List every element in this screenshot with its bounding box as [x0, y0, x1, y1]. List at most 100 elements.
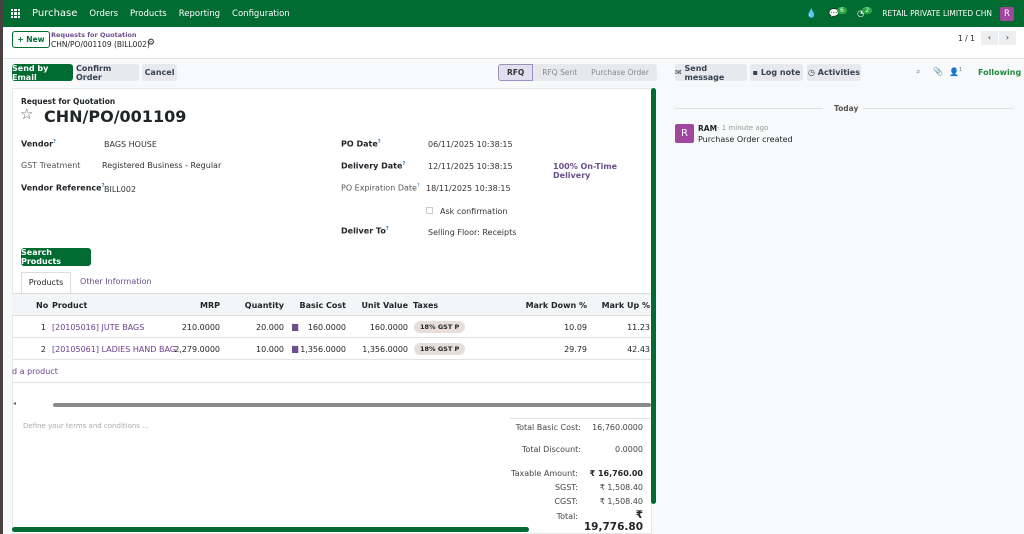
- bottom-scrollbar[interactable]: [12, 527, 529, 532]
- new-label: New: [26, 35, 45, 44]
- send-message-label: Send message: [684, 63, 725, 82]
- add-product-link[interactable]: d a product: [12, 367, 58, 376]
- top-navbar: Purchase Orders Products Reporting Confi…: [3, 0, 1024, 27]
- gst-treatment-field[interactable]: Registered Business - Regular: [102, 161, 221, 170]
- pager: 1 / 1: [958, 34, 975, 43]
- row-mrp: 2,279.0000: [174, 345, 220, 354]
- po-expiration-field[interactable]: 18/11/2025 10:38:15: [426, 184, 511, 193]
- cgst-label: CGST:: [554, 497, 578, 506]
- confirm-order-button[interactable]: Confirm Order: [76, 64, 139, 82]
- messages-badge: 6: [837, 6, 847, 14]
- doc-type: Request for Quotation: [21, 97, 116, 106]
- row-product[interactable]: [20105016] JUTE BAGS: [52, 323, 144, 332]
- sgst-value: ₹ 1,508.40: [599, 483, 643, 492]
- tab-other-information[interactable]: Other Information: [80, 272, 152, 294]
- cancel-button[interactable]: Cancel: [142, 64, 177, 81]
- table-row[interactable]: 2 [20105061] LADIES HAND BAG 2,279.0000 …: [12, 338, 652, 360]
- new-button[interactable]: + New: [12, 31, 50, 48]
- pager-next-button[interactable]: ›: [999, 31, 1016, 45]
- delivery-date-field[interactable]: 12/11/2025 10:38:15: [428, 162, 513, 171]
- menu-configuration[interactable]: Configuration: [232, 9, 290, 19]
- gst-treatment-label: GST Treatment: [21, 161, 81, 170]
- terms-input[interactable]: Define your terms and conditions ...: [23, 422, 149, 430]
- user-avatar[interactable]: R: [1000, 6, 1014, 21]
- row-basic-cost[interactable]: 1,356.0000: [294, 345, 346, 354]
- log-note-label: Log note: [760, 68, 801, 77]
- col-mark-down[interactable]: Mark Down %: [522, 301, 587, 310]
- log-note-button[interactable]: ▪ Log note: [750, 64, 803, 81]
- col-mark-up[interactable]: Mark Up %: [592, 301, 650, 310]
- breadcrumb-parent[interactable]: Requests for Quotation: [51, 31, 137, 39]
- col-product[interactable]: Product: [52, 301, 87, 310]
- favorite-star-icon[interactable]: ☆: [20, 105, 33, 123]
- total-value: ₹ 19,776.80: [583, 509, 643, 533]
- sgst-label: SGST:: [554, 483, 578, 492]
- col-mrp[interactable]: MRP: [172, 301, 220, 310]
- status-rfq[interactable]: RFQ: [498, 64, 534, 81]
- tab-products[interactable]: Products: [21, 272, 71, 294]
- scroll-left-arrow[interactable]: ◂: [13, 400, 16, 407]
- tax-tag[interactable]: 18% GST P: [414, 321, 466, 333]
- ask-confirmation-label: Ask confirmation: [440, 207, 508, 216]
- deliver-to-label: Deliver To?: [341, 226, 389, 236]
- menu-reporting[interactable]: Reporting: [179, 9, 220, 19]
- breadcrumb-current: CHN/PO/001109 (BILL002): [51, 40, 150, 49]
- activities-badge: 2: [862, 6, 873, 14]
- activities-icon[interactable]: ◔2: [857, 6, 873, 19]
- col-basic-cost[interactable]: Basic Cost: [294, 301, 346, 310]
- apps-grid-icon[interactable]: [11, 9, 20, 18]
- followers-icon[interactable]: 👤1: [949, 67, 962, 77]
- tax-tag[interactable]: 18% GST P: [414, 343, 466, 355]
- divider: [675, 108, 823, 109]
- col-quantity[interactable]: Quantity: [234, 301, 284, 310]
- status-bar: RFQ RFQ Sent Purchase Order: [498, 64, 657, 81]
- row-product[interactable]: [20105061] LADIES HAND BAG: [52, 345, 176, 354]
- vendor-reference-field[interactable]: BILL002: [104, 185, 136, 194]
- taxable-value: ₹ 16,760.00: [589, 469, 643, 478]
- message-author[interactable]: RAM: [698, 124, 717, 133]
- status-purchase-order[interactable]: Purchase Order: [586, 68, 654, 77]
- col-taxes[interactable]: Taxes: [413, 301, 438, 310]
- row-quantity[interactable]: 10.000: [234, 345, 284, 354]
- send-message-button[interactable]: ✉ Send message: [675, 63, 747, 82]
- col-unit-value[interactable]: Unit Value: [356, 301, 408, 310]
- row-quantity[interactable]: 20.000: [234, 323, 284, 332]
- search-icon[interactable]: ⌕: [916, 67, 920, 77]
- cgst-value: ₹ 1,508.40: [599, 497, 643, 506]
- message-time: - 1 minute ago: [717, 124, 769, 132]
- status-rfq-sent[interactable]: RFQ Sent: [533, 68, 586, 77]
- gear-icon[interactable]: ⚙: [147, 38, 155, 48]
- table-row[interactable]: 1 [20105016] JUTE BAGS 210.0000 20.000 ▆…: [12, 316, 652, 338]
- search-products-button[interactable]: Search Products: [21, 248, 91, 266]
- app-name[interactable]: Purchase: [32, 8, 77, 19]
- row-mark-up: 42.43: [627, 345, 650, 354]
- on-time-delivery-link[interactable]: 100% On-Time Delivery: [553, 162, 651, 180]
- message-avatar[interactable]: R: [675, 124, 694, 143]
- row-basic-cost[interactable]: 160.0000: [294, 323, 346, 332]
- po-date-field[interactable]: 06/11/2025 10:38:15: [428, 140, 513, 149]
- ask-confirmation-checkbox[interactable]: [426, 207, 433, 214]
- vendor-label: Vendor?: [21, 139, 56, 149]
- following-button[interactable]: Following: [978, 68, 1021, 77]
- droplet-icon[interactable]: 💧: [806, 9, 817, 19]
- divider: [510, 418, 653, 419]
- send-by-email-button[interactable]: Send by Email: [12, 64, 73, 82]
- order-lines-table: No Product MRP Quantity Basic Cost Unit …: [12, 293, 652, 403]
- activities-button[interactable]: ◷ Activities: [807, 64, 861, 81]
- col-no[interactable]: No: [36, 301, 48, 310]
- vendor-field[interactable]: BAGS HOUSE: [104, 140, 157, 149]
- row-mrp: 210.0000: [181, 323, 220, 332]
- po-expiration-label: PO Expiration Date?: [341, 183, 420, 193]
- deliver-to-field[interactable]: Selling Floor: Receipts: [428, 228, 516, 237]
- vertical-scrollbar[interactable]: [651, 88, 656, 504]
- message-body: Purchase Order created: [698, 135, 793, 144]
- horizontal-scrollbar[interactable]: [53, 403, 651, 407]
- pager-prev-button[interactable]: ‹: [981, 31, 998, 45]
- date-separator: Today: [834, 104, 859, 113]
- menu-products[interactable]: Products: [130, 9, 167, 19]
- company-switcher[interactable]: RETAIL PRIVATE LIMITED CHN: [882, 9, 992, 18]
- menu-orders[interactable]: Orders: [89, 9, 118, 19]
- messages-icon[interactable]: 💬6: [829, 6, 847, 19]
- row-no: 1: [40, 323, 46, 332]
- attachment-icon[interactable]: 📎: [933, 67, 943, 76]
